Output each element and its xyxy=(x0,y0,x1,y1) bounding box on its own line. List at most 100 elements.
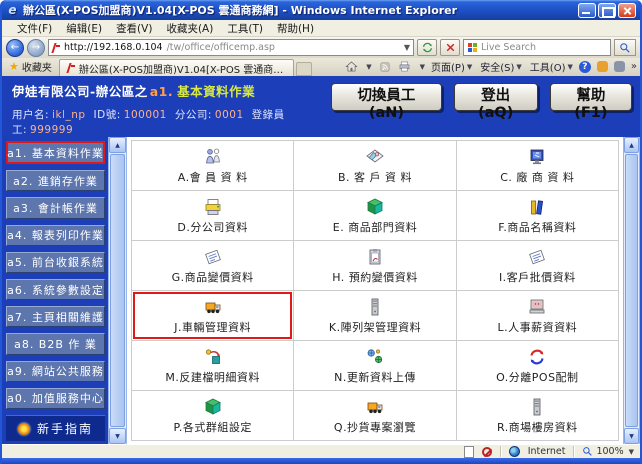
sidebar-item-a0[interactable]: a0. 加值服務中心 xyxy=(6,388,105,409)
menu-view[interactable]: 查看(V) xyxy=(109,20,159,37)
menu-cell-q[interactable]: Q.抄貨專案瀏覽 xyxy=(294,391,455,440)
minimize-button[interactable] xyxy=(578,3,596,18)
menu-cell-r[interactable]: R.商場樓房資料 xyxy=(457,391,618,440)
menu-cell-h[interactable]: H. 預約變價資料 xyxy=(294,241,455,290)
zoom-level: 100% xyxy=(596,446,623,457)
rack-icon xyxy=(365,297,385,317)
menu-cell-k[interactable]: K.陣列架管理資料 xyxy=(294,291,455,340)
extension-icon[interactable] xyxy=(614,61,625,72)
scroll-down-icon[interactable]: ▼ xyxy=(109,428,126,444)
scroll-up-icon[interactable]: ▲ xyxy=(109,137,126,153)
menu-cell-o[interactable]: O.分離POS配制 xyxy=(457,341,618,390)
close-button[interactable] xyxy=(618,3,636,18)
function-grid: A.會 員 資 料B. 客 戶 資 料 C. 廠 商 資 料 D.分公司資料 E. 商… xyxy=(127,137,623,444)
copy-stock-icon xyxy=(365,397,385,417)
scroll-up-icon[interactable]: ▲ xyxy=(624,137,639,153)
menu-tools[interactable]: 工具(T) xyxy=(220,20,270,37)
maximize-button[interactable] xyxy=(598,3,616,18)
menu-cell-f[interactable]: F.商品名稱資料 xyxy=(457,191,618,240)
menu-cell-label: O.分離POS配制 xyxy=(496,369,578,385)
chevron-down-icon[interactable]: ▼ xyxy=(629,448,634,456)
menu-cell-label: D.分公司資料 xyxy=(177,219,247,235)
search-placeholder: Live Search xyxy=(481,42,536,53)
home-button[interactable] xyxy=(344,60,358,73)
help-menu-button[interactable]: ? xyxy=(579,61,591,73)
page-content: 伊娃有限公司-辦公區之a1.基本資料作業 用户名:ikl_npID號:10000… xyxy=(2,76,640,444)
stop-button[interactable] xyxy=(440,39,460,56)
new-tab-button[interactable] xyxy=(296,62,312,76)
menu-cell-m[interactable]: M.反建檔明細資料 xyxy=(132,341,293,390)
print-button[interactable] xyxy=(398,60,412,73)
tab-active[interactable]: 辦公區(X-POS加盟商)V1.04[X-POS 雲通商務網] xyxy=(59,59,294,76)
ie-logo-icon: e xyxy=(6,4,19,17)
sidebar-item-a1[interactable]: a1. 基本資料作業 xyxy=(6,141,105,164)
sidebar-item-a2[interactable]: a2. 進銷存作業 xyxy=(6,170,105,191)
search-go-button[interactable] xyxy=(614,39,636,56)
main-scrollbar[interactable]: ▲ ▼ xyxy=(623,137,640,444)
building-icon xyxy=(527,397,547,417)
refresh-button[interactable] xyxy=(417,39,437,56)
user-info-item: ID號:100001 xyxy=(94,109,167,121)
address-bar-input[interactable]: http://192.168.0.104 /tw/office/officemp… xyxy=(48,39,414,56)
user-info-value: ikl_np xyxy=(52,109,86,121)
menu-cell-i[interactable]: I.客戶批價資料 xyxy=(457,241,618,290)
forward-button[interactable]: → xyxy=(27,39,45,57)
page-status-icon xyxy=(464,446,474,458)
menu-cell-g[interactable]: G.商品變價資料 xyxy=(132,241,293,290)
menu-help[interactable]: 帮助(H) xyxy=(270,20,321,37)
menu-cell-n[interactable]: N.更新資料上傳 xyxy=(294,341,455,390)
menu-cell-a[interactable]: A.會 員 資 料 xyxy=(132,141,293,190)
menu-file[interactable]: 文件(F) xyxy=(10,20,59,37)
feeds-button[interactable] xyxy=(378,60,392,73)
menu-cell-label: C. 廠 商 資 料 xyxy=(500,169,574,185)
zoom-control[interactable]: 100% ▼ xyxy=(582,446,634,457)
chevron-down-icon[interactable]: ▼ xyxy=(420,63,425,71)
tab-bar: ★ 收藏夹 辦公區(X-POS加盟商)V1.04[X-POS 雲通商務網] ▼ … xyxy=(2,58,640,76)
command-tools-button[interactable]: 工具(O)▼ xyxy=(530,59,573,74)
sidebar-item-a6[interactable]: a6. 系統參數設定 xyxy=(6,279,105,300)
messenger-icon[interactable] xyxy=(597,61,608,72)
sidebar-item-a9[interactable]: a9. 網站公共服務 xyxy=(6,361,105,382)
menu-cell-c[interactable]: C. 廠 商 資 料 xyxy=(457,141,618,190)
menu-cell-b[interactable]: B. 客 戶 資 料 xyxy=(294,141,455,190)
tab-favicon xyxy=(67,63,75,73)
menu-cell-j[interactable]: J.車輛管理資料 xyxy=(132,291,293,340)
back-button[interactable]: ← xyxy=(6,39,24,57)
scrollbar-thumb[interactable] xyxy=(110,154,125,427)
beginner-guide-button[interactable]: 新手指南 xyxy=(6,415,105,441)
logout-button[interactable]: 登出(aQ) xyxy=(454,83,538,111)
scrollbar-thumb[interactable] xyxy=(625,154,638,427)
chevron-down-icon[interactable]: ▼ xyxy=(366,63,371,71)
menu-edit[interactable]: 编辑(E) xyxy=(59,20,109,37)
menu-cell-l[interactable]: L.人事薪資資料 xyxy=(457,291,618,340)
rss-icon xyxy=(379,61,391,73)
switch-employee-button[interactable]: 切換員工(aN) xyxy=(331,83,441,111)
menu-favorites[interactable]: 收藏夹(A) xyxy=(159,20,220,37)
window-title: 辦公區(X-POS加盟商)V1.04[X-POS 雲通商務網] - Window… xyxy=(23,2,578,18)
sidebar-item-a4[interactable]: a4. 報表列印作業 xyxy=(6,225,105,246)
tab-title: 辦公區(X-POS加盟商)V1.04[X-POS 雲通商務網] xyxy=(79,61,286,76)
user-info-value: 0001 xyxy=(215,109,244,121)
menu-cell-d[interactable]: D.分公司資料 xyxy=(132,191,293,240)
favorites-button[interactable]: ★ 收藏夹 xyxy=(5,59,59,76)
scroll-down-icon[interactable]: ▼ xyxy=(624,428,639,444)
help-button[interactable]: 幫助(F1) xyxy=(550,83,632,111)
taskbar-strip xyxy=(2,458,640,464)
menu-cell-p[interactable]: P.各式群組設定 xyxy=(132,391,293,440)
sidebar-item-a3[interactable]: a3. 會計帳作業 xyxy=(6,197,105,218)
sidebar-scrollbar[interactable]: ▲ ▼ xyxy=(108,137,127,444)
sidebar-item-a8[interactable]: a8. B2B 作 業 xyxy=(6,333,105,354)
menu-cell-label: M.反建檔明細資料 xyxy=(165,369,260,385)
user-info-item: 用户名:ikl_np xyxy=(12,109,86,121)
sidebar-item-a5[interactable]: a5. 前台收銀系統 xyxy=(6,252,105,273)
sidebar-item-a7[interactable]: a7. 主頁相關維護 xyxy=(6,306,105,327)
rebuild-icon xyxy=(203,347,223,367)
command-safety-button[interactable]: 安全(S)▼ xyxy=(480,59,522,74)
sidebar: a1. 基本資料作業 a2. 進銷存作業 a3. 會計帳作業 a4. 報表列印作業 a5… xyxy=(2,137,108,444)
command-page-button[interactable]: 页面(P)▼ xyxy=(431,59,472,74)
address-dropdown-icon[interactable]: ▼ xyxy=(404,43,410,52)
chevron-down-icon: ▼ xyxy=(567,63,572,71)
search-input[interactable]: Live Search xyxy=(463,39,611,56)
menu-cell-e[interactable]: E. 商品部門資料 xyxy=(294,191,455,240)
toolbar-overflow-button[interactable]: » xyxy=(631,61,637,72)
